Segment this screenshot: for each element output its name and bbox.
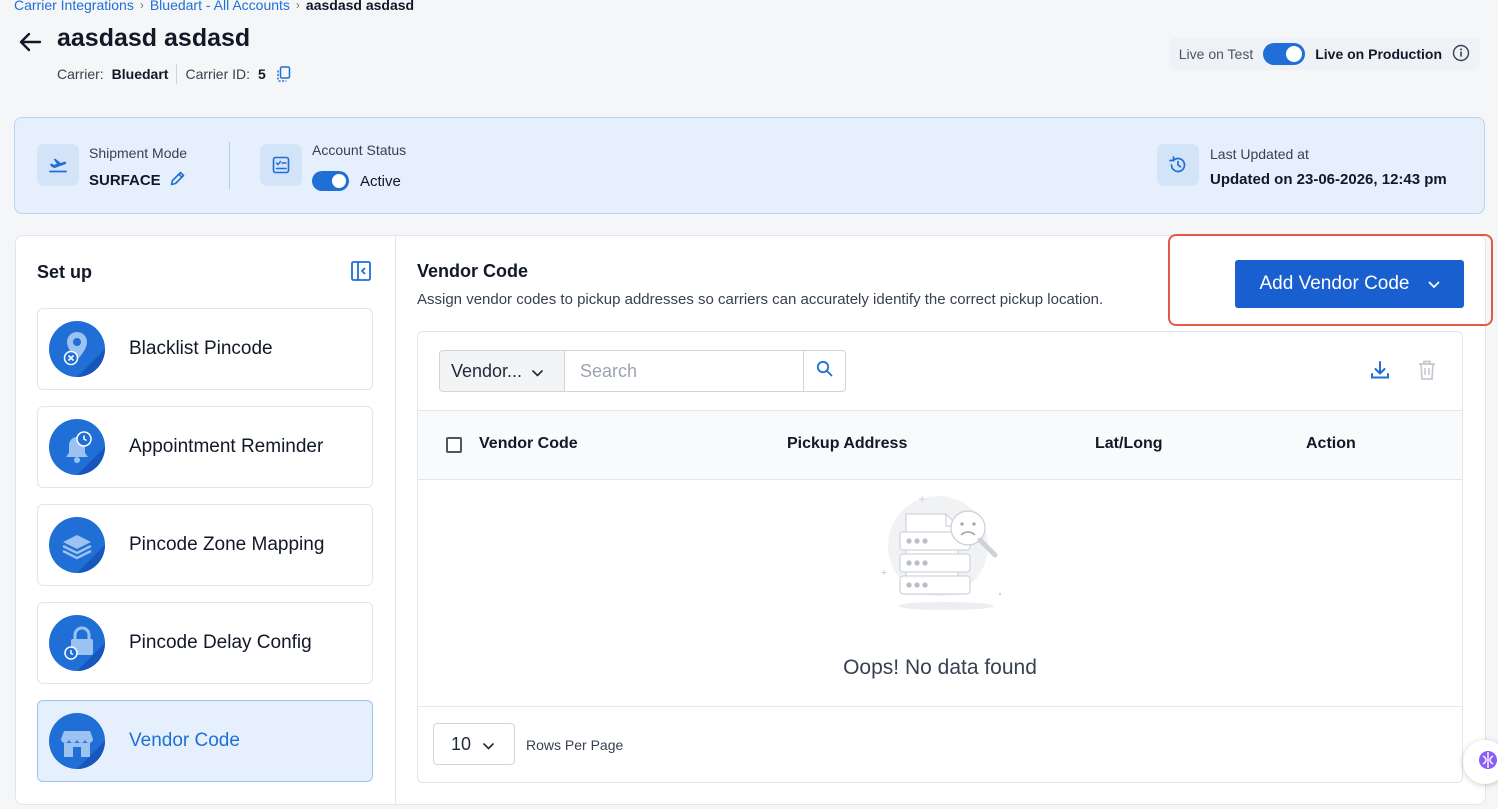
- last-updated-value: Updated on 23-06-2026, 12:43 pm: [1210, 171, 1447, 188]
- setup-item-label: Pincode Zone Mapping: [129, 534, 325, 555]
- back-arrow-icon[interactable]: [16, 28, 44, 56]
- chevron-right-icon: ›: [139, 0, 144, 12]
- account-status-group: Active: [312, 171, 401, 191]
- chevron-down-icon: [483, 734, 494, 755]
- pagination-bar: 10 Rows Per Page: [418, 706, 1462, 782]
- no-data-illustration-icon: [858, 490, 1018, 620]
- live-on-production-label: Live on Production: [1315, 46, 1442, 62]
- vendor-code-table-card: Vendor... Vendor Code Pickup Address Lat…: [417, 331, 1463, 783]
- account-summary-bar: Shipment Mode SURFACE Account Status Act…: [14, 117, 1485, 214]
- account-status-toggle[interactable]: [312, 171, 349, 191]
- breadcrumb: Carrier Integrations › Bluedart - All Ac…: [14, 0, 414, 13]
- shipment-mode-label: Shipment Mode: [89, 145, 188, 161]
- breadcrumb-link-bluedart-accounts[interactable]: Bluedart - All Accounts: [150, 0, 290, 13]
- live-on-test-label: Live on Test: [1178, 46, 1254, 62]
- add-vendor-code-label: Add Vendor Code: [1259, 273, 1410, 294]
- page-title: aasdasd asdasd: [57, 24, 251, 52]
- main-card: Set up Blacklist Pincode Appointment Rem…: [15, 234, 1493, 805]
- search-input[interactable]: [565, 350, 803, 392]
- shipment-mode-value: SURFACE: [89, 172, 161, 189]
- blacklist-pin-icon: [49, 321, 105, 377]
- account-status-label: Account Status: [312, 142, 407, 158]
- airplane-takeoff-icon: [37, 144, 79, 186]
- setup-item-label: Blacklist Pincode: [129, 338, 273, 359]
- search-filter-value: Vendor...: [451, 360, 523, 381]
- last-updated-label: Last Updated at: [1210, 146, 1309, 162]
- brain-icon: [1477, 749, 1498, 776]
- add-vendor-code-button[interactable]: Add Vendor Code: [1235, 260, 1464, 308]
- empty-state-text: Oops! No data found: [843, 656, 1037, 679]
- store-icon: [49, 713, 105, 769]
- setup-item-vendor-code[interactable]: Vendor Code: [37, 700, 373, 782]
- shipment-mode-value-group: SURFACE: [89, 170, 186, 191]
- select-all-checkbox[interactable]: [446, 437, 462, 453]
- history-clock-icon: [1157, 144, 1199, 186]
- setup-item-label: Appointment Reminder: [129, 436, 324, 457]
- bell-clock-icon: [49, 419, 105, 475]
- rows-per-page-select[interactable]: 10: [433, 723, 515, 765]
- breadcrumb-current: aasdasd asdasd: [305, 0, 415, 13]
- search-button[interactable]: [803, 350, 846, 392]
- info-icon[interactable]: [1452, 44, 1470, 65]
- collapse-panel-icon[interactable]: [350, 260, 372, 287]
- carrier-id-label: Carrier ID:: [185, 66, 251, 82]
- carrier-label: Carrier:: [57, 66, 104, 82]
- summary-divider: [229, 142, 230, 189]
- setup-item-label: Pincode Delay Config: [129, 632, 312, 653]
- meta-divider: [176, 64, 178, 84]
- layers-icon: [49, 517, 105, 573]
- column-header-vendor-code: Vendor Code: [479, 435, 578, 452]
- rows-per-page-value: 10: [451, 733, 472, 754]
- account-status-value: Active: [360, 172, 401, 190]
- setup-item-label: Vendor Code: [129, 730, 240, 751]
- breadcrumb-link-carrier-integrations[interactable]: Carrier Integrations: [14, 0, 134, 13]
- chevron-down-icon: [532, 361, 543, 382]
- table-header: Vendor Code Pickup Address Lat/Long Acti…: [418, 410, 1462, 480]
- carrier-meta: Carrier: Bluedart Carrier ID: 5: [57, 64, 291, 84]
- setup-item-pincode-delay-config[interactable]: Pincode Delay Config: [37, 602, 373, 684]
- setup-panel: Set up Blacklist Pincode Appointment Rem…: [16, 236, 396, 804]
- search-row: Vendor...: [439, 350, 846, 392]
- column-header-action: Action: [1306, 435, 1356, 452]
- carrier-value: Bluedart: [111, 66, 169, 82]
- setup-title: Set up: [37, 262, 93, 282]
- delete-trash-icon[interactable]: [1417, 359, 1437, 386]
- download-icon[interactable]: [1369, 359, 1391, 386]
- search-filter-select[interactable]: Vendor...: [439, 350, 565, 392]
- chevron-down-icon: [1428, 273, 1440, 295]
- live-environment-toggle[interactable]: [1263, 43, 1306, 65]
- carrier-id-value: 5: [258, 66, 266, 82]
- chevron-right-icon: ›: [295, 0, 300, 12]
- vendor-code-description: Assign vendor codes to pickup addresses …: [417, 291, 1104, 308]
- setup-item-pincode-zone-mapping[interactable]: Pincode Zone Mapping: [37, 504, 373, 586]
- edit-pencil-icon[interactable]: [169, 170, 186, 191]
- rows-per-page-label: Rows Per Page: [526, 737, 624, 753]
- column-header-lat-long: Lat/Long: [1095, 435, 1163, 452]
- copy-icon[interactable]: [276, 66, 291, 82]
- checklist-icon: [260, 144, 302, 186]
- lock-icon: [49, 615, 105, 671]
- setup-item-blacklist-pincode[interactable]: Blacklist Pincode: [37, 308, 373, 390]
- setup-item-appointment-reminder[interactable]: Appointment Reminder: [37, 406, 373, 488]
- search-icon: [816, 360, 833, 382]
- column-header-pickup-address: Pickup Address: [787, 435, 908, 452]
- live-environment-toggle-group: Live on Test Live on Production: [1168, 38, 1480, 70]
- vendor-code-title: Vendor Code: [417, 261, 529, 281]
